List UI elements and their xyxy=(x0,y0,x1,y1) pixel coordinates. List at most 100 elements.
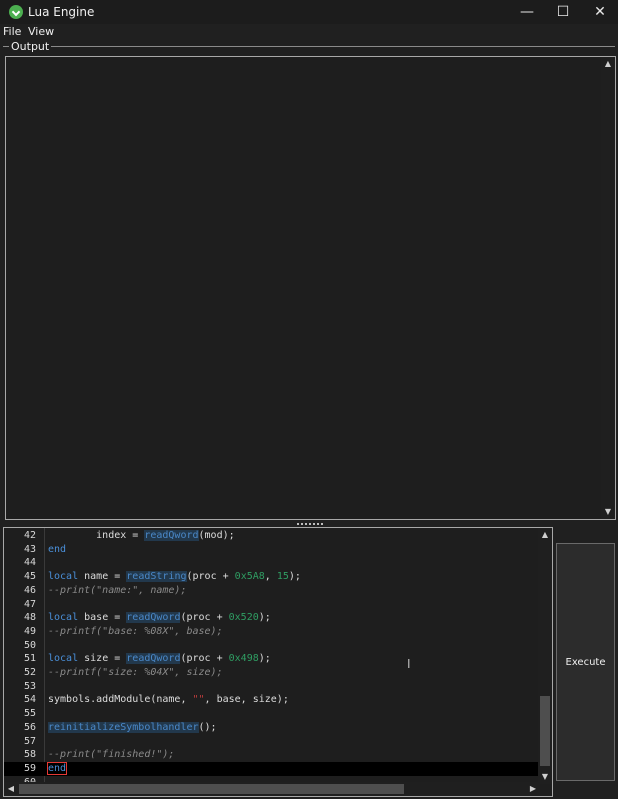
token-kw: local xyxy=(48,612,79,624)
code-line[interactable]: 47 xyxy=(4,598,540,612)
scroll-up-icon[interactable]: ▲ xyxy=(538,528,552,542)
code-text: --print("finished!"); xyxy=(48,748,174,762)
token-text: ); xyxy=(258,612,271,624)
token-fn: readQword xyxy=(144,530,199,541)
menu-file[interactable]: File xyxy=(3,25,21,38)
code-text: reinitializeSymbolhandler(); xyxy=(48,721,217,735)
token-num: 0x498 xyxy=(228,653,259,665)
maximize-button[interactable]: ☐ xyxy=(545,0,581,24)
token-text: (proc + xyxy=(180,653,229,665)
token-fn: readQword xyxy=(126,653,181,665)
line-number: 50 xyxy=(23,639,36,651)
code-line[interactable]: 50 xyxy=(4,639,540,653)
line-number: 56 xyxy=(23,721,36,733)
code-line[interactable]: 56 reinitializeSymbolhandler(); xyxy=(4,721,540,735)
scroll-down-icon[interactable]: ▼ xyxy=(538,770,552,784)
token-num: 15 xyxy=(276,571,289,583)
token-text: (proc + xyxy=(186,571,235,583)
line-number: 52 xyxy=(23,667,36,678)
token-text: , base, size); xyxy=(204,694,289,706)
token-text: ); xyxy=(288,571,301,583)
code-line[interactable]: 58 --print("finished!"); xyxy=(4,748,540,762)
editor-horizontal-scrollbar[interactable]: ◀ ▶ xyxy=(4,782,540,796)
token-num: 0x5A8 xyxy=(234,571,265,583)
code-line[interactable]: 45 local name = readString(proc + 0x5A8, … xyxy=(4,570,540,584)
code-text: symbols.addModule(name, "", base, size); xyxy=(48,693,289,707)
code-line[interactable]: 44 xyxy=(4,556,540,570)
line-number: 54 xyxy=(23,694,36,706)
token-kw: end xyxy=(48,543,67,555)
code-line[interactable]: 59 end xyxy=(4,761,540,776)
code-text: --print("name:", name); xyxy=(48,584,186,598)
token-str: "" xyxy=(192,694,205,706)
token-fn: readString xyxy=(126,571,187,583)
token-text: , xyxy=(264,571,277,583)
line-number: 45 xyxy=(23,571,36,583)
token-kw: local xyxy=(48,653,79,665)
title-bar: Lua Engine — ☐ ✕ xyxy=(0,0,618,24)
code-line[interactable]: 43 end xyxy=(4,543,540,557)
scroll-right-icon[interactable]: ▶ xyxy=(526,782,540,796)
token-num: 0x520 xyxy=(228,612,259,624)
code-area[interactable]: 42 index = readQword(mod); 43 end 44 45 local… xyxy=(4,528,540,784)
scroll-down-icon[interactable]: ▼ xyxy=(601,505,615,519)
code-line[interactable]: 54 symbols.addModule(name, "", base, size… xyxy=(4,693,540,707)
editor-vertical-scrollbar[interactable]: ▲ ▼ xyxy=(538,528,552,784)
window-title: Lua Engine xyxy=(28,5,95,19)
token-text: base = xyxy=(78,612,127,624)
line-number: 53 xyxy=(23,680,36,692)
token-cm: --printf("size: %04X", size); xyxy=(48,667,223,678)
output-textarea[interactable]: ▲ ▼ xyxy=(5,56,616,520)
line-number: 55 xyxy=(23,708,36,720)
code-editor[interactable]: 42 index = readQword(mod); 43 end 44 45 local… xyxy=(3,527,553,797)
token-fn: reinitializeSymbolhandler xyxy=(48,721,199,733)
token-text: ); xyxy=(258,653,271,665)
close-button[interactable]: ✕ xyxy=(582,0,618,24)
code-line[interactable]: 57 xyxy=(4,735,540,749)
code-line[interactable]: 48 local base = readQword(proc + 0x520); xyxy=(4,611,540,625)
token-text: name = xyxy=(78,571,127,583)
scroll-up-icon[interactable]: ▲ xyxy=(601,57,615,71)
code-line[interactable]: 53 xyxy=(4,680,540,694)
code-text: end xyxy=(46,761,68,776)
line-number: 46 xyxy=(23,584,36,596)
line-number: 51 xyxy=(23,653,36,665)
output-scrollbar[interactable]: ▲ ▼ xyxy=(601,57,615,519)
line-number: 43 xyxy=(23,543,36,555)
code-text: --printf("base: %08X", base); xyxy=(48,625,223,639)
scrollbar-thumb[interactable] xyxy=(540,696,550,766)
menu-bar: File View xyxy=(0,24,618,40)
token-text: (mod); xyxy=(198,530,235,541)
minimize-button[interactable]: — xyxy=(509,0,545,24)
scroll-left-icon[interactable]: ◀ xyxy=(4,782,18,796)
code-text: --printf("size: %04X", size); xyxy=(48,666,223,680)
token-text: (); xyxy=(198,721,217,733)
code-line[interactable]: 42 index = readQword(mod); xyxy=(4,529,540,543)
token-cm: --print("name:", name); xyxy=(48,584,187,596)
hscrollbar-thumb[interactable] xyxy=(19,784,404,794)
line-number: 42 xyxy=(23,530,36,541)
code-text: local name = readString(proc + 0x5A8, 15… xyxy=(48,570,301,584)
code-line[interactable]: 46 --print("name:", name); xyxy=(4,584,540,598)
output-group: Output ▲ ▼ xyxy=(0,40,618,522)
code-line[interactable]: 51 local size = readQword(proc + 0x498); xyxy=(4,652,540,666)
app-icon xyxy=(9,5,23,19)
code-text: local base = readQword(proc + 0x520); xyxy=(48,611,271,625)
code-text: index = readQword(mod); xyxy=(48,529,235,543)
code-line[interactable]: 52 --printf("size: %04X", size); xyxy=(4,666,540,680)
code-line[interactable]: 49 --printf("base: %08X", base); xyxy=(4,625,540,639)
token-fn: readQword xyxy=(126,612,181,624)
line-number: 49 xyxy=(23,625,36,637)
token-cm: --print("finished!"); xyxy=(48,749,175,761)
token-text: index = xyxy=(48,530,145,541)
text-cursor-icon: I xyxy=(407,657,411,671)
token-text: symbols.addModule(name, xyxy=(48,694,193,706)
menu-view[interactable]: View xyxy=(28,25,54,38)
output-label: Output xyxy=(9,40,52,53)
line-number: 57 xyxy=(23,735,36,747)
token-text: size = xyxy=(78,653,127,665)
token-text: (proc + xyxy=(180,612,229,624)
execute-button[interactable]: Execute xyxy=(556,543,615,781)
code-line[interactable]: 55 xyxy=(4,707,540,721)
code-text: end xyxy=(48,543,66,557)
